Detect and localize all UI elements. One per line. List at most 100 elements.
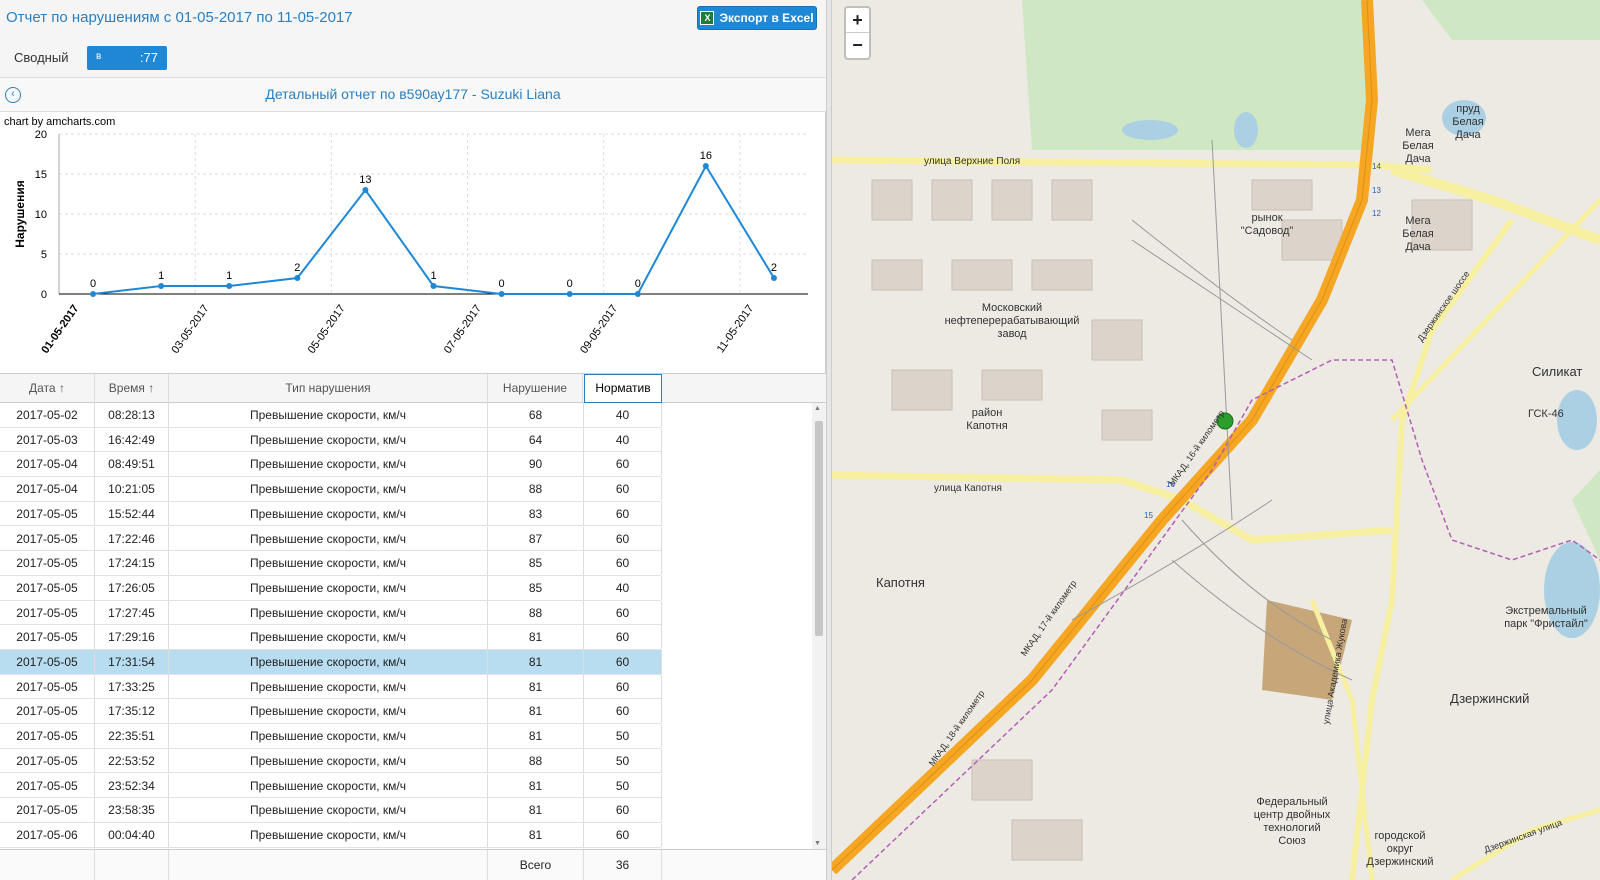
table-scrollbar[interactable]: ▲ ▼ bbox=[812, 403, 826, 849]
table-row[interactable]: 2017-05-05 22:53:52 Превышение скорости, к… bbox=[0, 748, 662, 774]
table-row[interactable]: 2017-05-05 22:35:51 Превышение скорости, к… bbox=[0, 724, 662, 749]
cell-violation: 88 bbox=[488, 600, 584, 625]
table-row[interactable]: 2017-05-05 17:22:46 Превышение скорости, к… bbox=[0, 526, 662, 552]
column-header-date[interactable]: Дата ↑ bbox=[0, 374, 95, 403]
scrollbar-thumb[interactable] bbox=[815, 421, 823, 636]
column-header-violation[interactable]: Нарушение bbox=[488, 374, 583, 403]
x-tick-label: 07-05-2017 bbox=[442, 303, 484, 356]
map-label-city-district: городской округ Дзержинский bbox=[1366, 830, 1434, 868]
export-excel-button[interactable]: X Экспорт в Excel bbox=[697, 6, 817, 30]
cell-time: 00:04:40 bbox=[95, 822, 169, 847]
street-verkhnie-polya bbox=[832, 156, 1433, 174]
footer-empty-cell bbox=[95, 850, 169, 880]
map-label-street: улица Капотня bbox=[934, 483, 1002, 494]
chart-credit-link[interactable]: chart by amcharts.com bbox=[4, 116, 115, 128]
cell-date: 2017-05-04 bbox=[0, 452, 95, 477]
cell-type: Превышение скорости, км/ч bbox=[169, 773, 488, 798]
tab-vehicle-right: :77 bbox=[139, 50, 158, 65]
sort-up-icon: ↑ bbox=[148, 381, 155, 395]
x-tick-label: 11-05-2017 bbox=[715, 303, 757, 355]
footer-total-label: Всего bbox=[488, 850, 584, 880]
road-dzerzhinskaya bbox=[1450, 807, 1600, 880]
data-point bbox=[226, 283, 233, 289]
cell-date: 2017-05-05 bbox=[0, 773, 95, 798]
cell-type: Превышение скорости, км/ч bbox=[169, 798, 488, 823]
table-row[interactable]: 2017-05-05 17:31:54 Превышение скорости, к… bbox=[0, 650, 662, 675]
cell-type: Превышение скорости, км/ч bbox=[169, 477, 488, 502]
y-tick-label: 5 bbox=[41, 249, 47, 261]
cell-type: Превышение скорости, км/ч bbox=[169, 699, 488, 724]
cell-time: 08:49:51 bbox=[95, 452, 169, 477]
table-row[interactable]: 2017-05-03 16:42:49 Превышение скорости, к… bbox=[0, 427, 662, 453]
tab-vehicle[interactable]: в :77 bbox=[87, 46, 167, 70]
tab-summary[interactable]: Сводный bbox=[14, 50, 68, 65]
table-row[interactable]: 2017-05-05 17:27:45 Превышение скорости, к… bbox=[0, 600, 662, 626]
table-row[interactable]: 2017-05-05 17:29:16 Превышение скорости, к… bbox=[0, 625, 662, 650]
cell-type: Превышение скорости, км/ч bbox=[169, 575, 488, 600]
cell-time: 17:27:45 bbox=[95, 600, 169, 625]
cell-type: Превышение скорости, км/ч bbox=[169, 526, 488, 551]
cell-time: 17:35:12 bbox=[95, 699, 169, 724]
column-header-time[interactable]: Время ↑ bbox=[95, 374, 169, 403]
map-label-refinery: Московский нефтеперерабатывающий завод bbox=[944, 302, 1080, 340]
cell-violation: 88 bbox=[488, 477, 584, 502]
table-row[interactable]: 2017-05-05 17:33:25 Превышение скорости, к… bbox=[0, 674, 662, 700]
report-title: Отчет по нарушениям с 01-05-2017 по 11-0… bbox=[6, 9, 353, 26]
column-header-norm[interactable]: Норматив bbox=[584, 374, 662, 403]
cell-violation: 90 bbox=[488, 452, 584, 477]
cell-date: 2017-05-05 bbox=[0, 501, 95, 526]
cell-date: 2017-05-05 bbox=[0, 551, 95, 576]
column-header-type[interactable]: Тип нарушения bbox=[169, 374, 488, 403]
cell-violation: 81 bbox=[488, 650, 584, 674]
cell-time: 16:42:49 bbox=[95, 427, 169, 452]
table-row[interactable]: 2017-05-06 00:04:40 Превышение скорости, к… bbox=[0, 822, 662, 848]
cell-norm: 60 bbox=[584, 650, 662, 674]
footer-empty-cell bbox=[169, 850, 488, 880]
cell-time: 10:21:05 bbox=[95, 477, 169, 502]
data-label: 0 bbox=[635, 278, 641, 290]
cell-type: Превышение скорости, км/ч bbox=[169, 748, 488, 773]
scroll-down-icon[interactable]: ▼ bbox=[814, 840, 821, 847]
table-row[interactable]: 2017-05-02 08:28:13 Превышение скорости, к… bbox=[0, 403, 662, 428]
cell-violation: 83 bbox=[488, 501, 584, 526]
cell-time: 22:53:52 bbox=[95, 748, 169, 773]
cell-time: 17:26:05 bbox=[95, 575, 169, 600]
y-tick-label: 0 bbox=[41, 289, 47, 301]
table-row[interactable]: 2017-05-05 23:52:34 Превышение скорости, к… bbox=[0, 773, 662, 799]
cell-violation: 81 bbox=[488, 798, 584, 823]
buildings bbox=[871, 179, 1473, 861]
map-label-km: 12 bbox=[1372, 209, 1381, 218]
cell-type: Превышение скорости, км/ч bbox=[169, 822, 488, 847]
cell-violation: 85 bbox=[488, 575, 584, 600]
data-point bbox=[702, 163, 709, 169]
table-row[interactable]: 2017-05-05 23:58:35 Превышение скорости, к… bbox=[0, 798, 662, 823]
data-label: 1 bbox=[430, 270, 436, 282]
map-view[interactable]: + − улица Верхние Поля рынок "Садовод" М… bbox=[832, 0, 1600, 880]
map-label-km: 14 bbox=[1372, 162, 1381, 171]
map-label-district: район Капотня bbox=[966, 407, 1008, 432]
data-point bbox=[634, 291, 641, 297]
table-row[interactable]: 2017-05-05 17:24:15 Превышение скорости, к… bbox=[0, 551, 662, 576]
data-point bbox=[362, 187, 369, 193]
report-tabs: Сводный в :77 bbox=[0, 36, 826, 78]
cell-type: Превышение скорости, км/ч bbox=[169, 551, 488, 576]
cell-date: 2017-05-05 bbox=[0, 674, 95, 699]
cell-time: 23:58:35 bbox=[95, 798, 169, 823]
scroll-up-icon[interactable]: ▲ bbox=[814, 405, 821, 412]
cell-type: Превышение скорости, км/ч bbox=[169, 674, 488, 699]
table-row[interactable]: 2017-05-05 17:35:12 Превышение скорости, к… bbox=[0, 699, 662, 725]
map-label-market: рынок "Садовод" bbox=[1240, 212, 1294, 237]
table-row[interactable]: 2017-05-04 10:21:05 Превышение скорости, к… bbox=[0, 477, 662, 502]
zoom-out-button[interactable]: − bbox=[846, 33, 869, 58]
cell-time: 17:31:54 bbox=[95, 650, 169, 674]
cell-type: Превышение скорости, км/ч bbox=[169, 427, 488, 452]
table-row[interactable]: 2017-05-04 08:49:51 Превышение скорости, к… bbox=[0, 452, 662, 478]
cell-violation: 85 bbox=[488, 551, 584, 576]
table-row[interactable]: 2017-05-05 17:26:05 Превышение скорости, к… bbox=[0, 575, 662, 601]
footer-empty-cell bbox=[0, 850, 95, 880]
water-body bbox=[1234, 112, 1258, 148]
table-row[interactable]: 2017-05-05 15:52:44 Превышение скорости, к… bbox=[0, 501, 662, 527]
zoom-in-button[interactable]: + bbox=[846, 8, 869, 33]
data-label: 0 bbox=[499, 278, 505, 290]
x-tick-label: 03-05-2017 bbox=[170, 303, 212, 356]
